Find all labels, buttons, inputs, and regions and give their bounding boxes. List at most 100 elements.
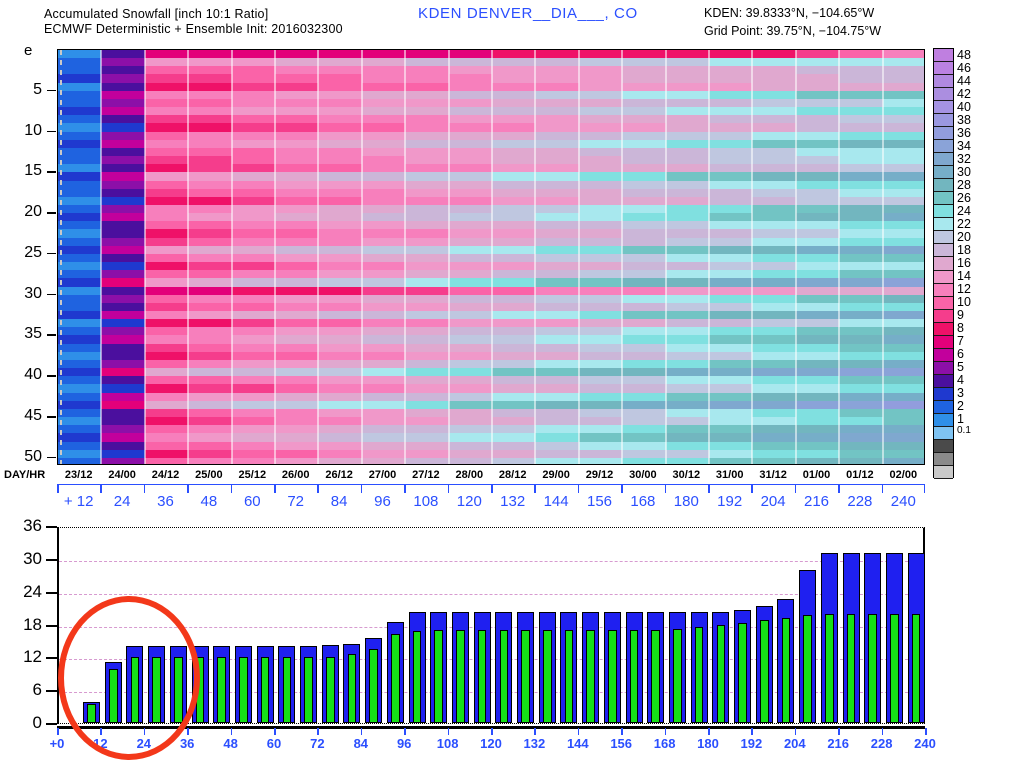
ensemble-mean-bar [108, 669, 118, 723]
dayhr-tick-label: 31/00 [715, 469, 744, 481]
colorbar-segment [934, 140, 953, 154]
bar-chart-plot-area [59, 528, 925, 723]
heatmap-gridline [577, 50, 580, 464]
bar-chart-x-tick [534, 728, 536, 735]
heatmap-gridline [708, 50, 710, 464]
heatmap-y-tick-mark [47, 375, 56, 377]
bar-chart-x-label: 132 [523, 736, 546, 751]
ensemble-mean-bar [629, 629, 639, 723]
heatmap-cell [318, 457, 363, 464]
ensemble-mean-bar [130, 657, 140, 723]
forecast-hour-axis [57, 484, 925, 493]
colorbar-label: 9 [957, 308, 964, 323]
bar-chart-x-label: 48 [223, 736, 238, 751]
heatmap-y-tick-label: 45 [24, 407, 42, 425]
heatmap-gridline [794, 50, 797, 464]
colorbar-segment [934, 348, 953, 362]
ensemble-mean-bar [304, 657, 313, 723]
colorbar-segment [934, 374, 953, 388]
heatmap-gridline [274, 50, 276, 464]
bar-chart-x-tick [230, 728, 233, 735]
chart-title-line2: ECMWF Deterministic + Ensemble Init: 201… [44, 22, 343, 36]
colorbar-label: 8 [957, 321, 964, 336]
heatmap-cell [101, 457, 146, 464]
bar-chart-gridline [59, 593, 923, 595]
forecast-hour-tick [317, 485, 319, 493]
ensemble-mean-bar [651, 629, 661, 723]
colorbar-segment [934, 452, 953, 466]
forecast-hour-tick [230, 485, 233, 493]
colorbar-segment [934, 387, 953, 401]
bar-chart-x-label: 84 [353, 736, 369, 751]
forecast-hour-label: 144 [543, 493, 569, 510]
bar-chart-x-label: 108 [436, 736, 459, 751]
dayhr-tick-label: 01/12 [846, 469, 874, 481]
bar-chart-y-tick-label: 6 [32, 680, 42, 700]
colorbar-segment [934, 413, 953, 427]
colorbar-segment [934, 114, 953, 128]
forecast-hour-tick [447, 485, 450, 493]
gridpoint-coordinates-label: Grid Point: 39.75°N, −104.75°W [704, 24, 882, 38]
forecast-hour-label: 180 [673, 493, 699, 510]
forecast-hour-label: 228 [847, 493, 873, 510]
bar-chart-x-label: 156 [610, 736, 633, 751]
ensemble-mean-bar [87, 704, 96, 723]
bar-chart-x-tick [925, 728, 927, 735]
heatmap-gridline [664, 50, 667, 464]
heatmap-y-tick-mark [47, 252, 56, 255]
colorbar-segment [934, 309, 953, 323]
heatmap-gridline [838, 50, 841, 464]
forecast-hour-label: 120 [456, 493, 482, 510]
colorbar-segment [934, 127, 953, 141]
forecast-hour-tick [360, 485, 363, 493]
forecast-hour-label: 168 [630, 493, 656, 510]
bar-chart-x-label: 36 [179, 736, 195, 751]
bar-chart-y-tick-mark [46, 690, 57, 693]
forecast-hour-tick [57, 485, 59, 493]
colorbar-segment [934, 283, 953, 297]
heatmap-gridline [360, 50, 363, 464]
colorbar-segment [934, 179, 953, 193]
heatmap-gridline [534, 50, 537, 464]
dayhr-tick-label: 25/12 [238, 469, 267, 481]
heatmap-gridline [317, 50, 320, 464]
forecast-hour-label: 192 [717, 493, 743, 510]
forecast-hour-tick [577, 485, 580, 493]
forecast-hour-tick [751, 485, 753, 493]
bar-chart-x-label: 192 [740, 736, 763, 751]
heatmap-y-tick-mark [47, 171, 56, 173]
ensemble-mean-bar [803, 615, 812, 723]
heatmap-y-tick-label: 40 [24, 366, 42, 384]
bar-chart-x-label: +0 [49, 736, 65, 751]
snowfall-plume-figure: Accumulated Snowfall [inch 10:1 Ratio] E… [0, 0, 1024, 768]
bar-chart-x-label: 240 [914, 736, 936, 751]
colorbar-label: 4 [957, 373, 964, 388]
heatmap-y-tick-label: 30 [24, 284, 42, 302]
colorbar-label: 16 [957, 256, 971, 270]
ensemble-mean-bar [673, 628, 682, 723]
ensemble-mean-bar [694, 626, 704, 723]
colorbar-segment [934, 335, 953, 349]
ensemble-mean-bar [195, 657, 205, 723]
colorbar-label: 5 [957, 360, 964, 375]
forecast-hour-label: + 12 [63, 493, 94, 510]
colorbar-segment [934, 322, 953, 336]
bar-chart-y-tick-label: 36 [23, 516, 42, 535]
bar-chart-x-tick [708, 728, 710, 735]
bar-chart-x-label: 180 [697, 736, 719, 751]
colorbar-label: 42 [957, 86, 971, 101]
bar-chart-x-label: 144 [566, 736, 589, 751]
ensemble-mean-bar [239, 657, 248, 723]
bar-chart-y-tick-mark [46, 657, 57, 660]
bar-chart-y-tick-label: 18 [23, 614, 42, 634]
colorbar-label: 0.1 [957, 425, 971, 437]
colorbar-label: 22 [957, 216, 971, 231]
ensemble-mean-bar [412, 631, 422, 723]
ensemble-mean-bar [217, 657, 227, 723]
heatmap-y-tick-mark [47, 456, 56, 459]
ensemble-mean-bar [521, 629, 530, 723]
colorbar-segment [934, 465, 953, 479]
heatmap-y-tick-label: 15 [24, 162, 42, 180]
colorbar-segment [934, 153, 953, 167]
colorbar-segment [934, 244, 953, 258]
